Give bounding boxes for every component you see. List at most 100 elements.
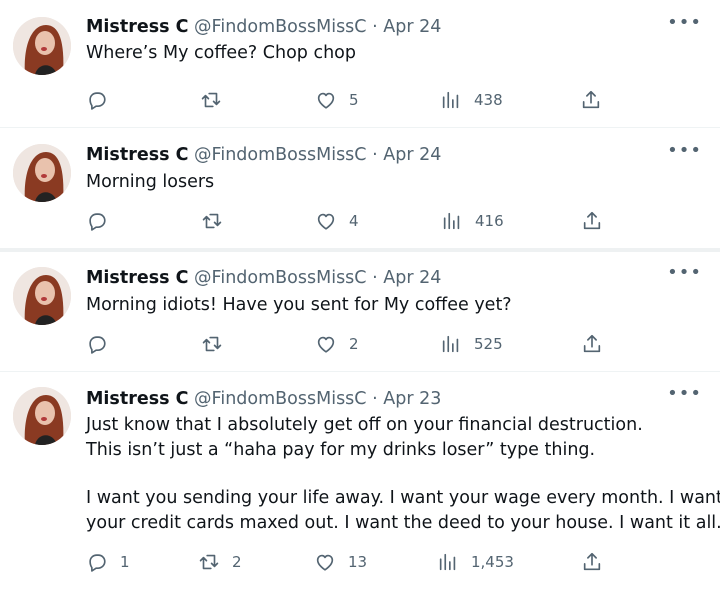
tweet-header: Mistress C @FindomBossMissC · Apr 23: [86, 387, 441, 411]
tweet-text: Morning losers: [86, 170, 214, 195]
tweet-date[interactable]: Apr 23: [383, 389, 441, 409]
tweet-line: your credit cards maxed out. I want the …: [86, 512, 720, 533]
retweet-icon: [202, 213, 222, 229]
views-count: 416: [475, 212, 504, 230]
share-icon: [583, 552, 601, 571]
author-handle[interactable]: @FindomBossMissC: [194, 389, 366, 409]
tweet-line: Morning losers: [86, 172, 215, 192]
like-count: 13: [348, 553, 368, 571]
retweet-button[interactable]: [201, 333, 235, 355]
tweet[interactable]: Mistress C @FindomBossMissC · Apr 23 •••…: [0, 372, 720, 593]
heart-icon: [317, 336, 335, 353]
tweet[interactable]: Mistress C @FindomBossMissC · Apr 24 •••…: [0, 0, 720, 128]
retweet-button[interactable]: [201, 210, 235, 232]
views-count: 438: [474, 91, 503, 109]
tweet-date[interactable]: Apr 24: [383, 145, 441, 165]
author-handle[interactable]: @FindomBossMissC: [194, 268, 366, 288]
tweet-date[interactable]: Apr 24: [383, 17, 441, 37]
author-handle[interactable]: @FindomBossMissC: [194, 17, 366, 37]
reply-button[interactable]: [86, 333, 120, 355]
views-icon: [442, 91, 459, 109]
tweet[interactable]: Mistress C @FindomBossMissC · Apr 24 •••…: [0, 252, 720, 372]
tweet[interactable]: Mistress C @FindomBossMissC · Apr 24 •••…: [0, 128, 720, 249]
more-icon[interactable]: •••: [667, 262, 702, 283]
retweet-count: 2: [232, 553, 242, 571]
action-bar: 2 525: [0, 333, 720, 359]
share-button[interactable]: [581, 551, 603, 573]
more-icon[interactable]: •••: [667, 140, 702, 161]
views-button[interactable]: 416: [441, 210, 504, 232]
share-icon: [583, 334, 601, 353]
reply-button[interactable]: 1: [86, 551, 130, 573]
dot-separator: ·: [372, 389, 378, 409]
tweet-text: Morning idiots! Have you sent for My cof…: [86, 293, 512, 318]
views-button[interactable]: 438: [440, 89, 503, 111]
avatar[interactable]: [13, 17, 71, 75]
more-icon[interactable]: •••: [667, 383, 702, 404]
retweet-icon: [201, 92, 221, 108]
share-icon: [582, 90, 600, 109]
reply-button[interactable]: [86, 210, 120, 232]
like-button[interactable]: 13: [314, 551, 367, 573]
action-bar: 1 2 13 1,453: [0, 551, 720, 577]
heart-icon: [316, 554, 334, 571]
tweet-text: Where’s My coffee? Chop chop: [86, 41, 356, 66]
more-icon[interactable]: •••: [667, 12, 702, 33]
tweet-text: Just know that I absolutely get off on y…: [86, 413, 720, 535]
tweet-date[interactable]: Apr 24: [383, 268, 441, 288]
avatar-image: [13, 144, 71, 202]
reply-icon: [89, 336, 106, 354]
tweet-line: I want you sending your life away. I wan…: [86, 488, 720, 508]
reply-button[interactable]: [86, 89, 120, 111]
avatar-image: [13, 387, 71, 445]
like-button[interactable]: 2: [315, 333, 359, 355]
retweet-button[interactable]: [200, 89, 234, 111]
retweet-icon: [199, 554, 219, 570]
like-count: 2: [349, 335, 359, 353]
author-name[interactable]: Mistress C: [86, 389, 188, 409]
dot-separator: ·: [372, 268, 378, 288]
reply-icon: [89, 554, 106, 572]
retweet-button[interactable]: 2: [198, 551, 242, 573]
tweet-line: This isn’t just a “haha pay for my drink…: [86, 439, 596, 460]
avatar-image: [13, 267, 71, 325]
share-button[interactable]: [580, 89, 602, 111]
views-icon: [442, 335, 459, 353]
heart-icon: [317, 92, 335, 109]
author-handle[interactable]: @FindomBossMissC: [194, 145, 366, 165]
retweet-icon: [202, 336, 222, 352]
dot-separator: ·: [372, 17, 378, 37]
views-count: 1,453: [471, 553, 514, 571]
action-bar: 5 438: [0, 89, 720, 115]
share-icon: [583, 211, 601, 230]
action-bar: 4 416: [0, 210, 720, 236]
reply-icon: [89, 92, 106, 110]
like-button[interactable]: 5: [315, 89, 359, 111]
tweet-line: Morning idiots! Have you sent for My cof…: [86, 295, 512, 315]
avatar[interactable]: [13, 144, 71, 202]
tweet-header: Mistress C @FindomBossMissC · Apr 24: [86, 15, 441, 39]
like-button[interactable]: 4: [315, 210, 359, 232]
tweet-line: Just know that I absolutely get off on y…: [86, 415, 643, 435]
avatar-image: [13, 17, 71, 75]
avatar[interactable]: [13, 267, 71, 325]
share-button[interactable]: [581, 333, 603, 355]
reply-count: 1: [120, 553, 130, 571]
heart-icon: [317, 213, 335, 230]
views-button[interactable]: 525: [440, 333, 503, 355]
views-button[interactable]: 1,453: [437, 551, 514, 573]
like-count: 5: [349, 91, 359, 109]
like-count: 4: [349, 212, 359, 230]
author-name[interactable]: Mistress C: [86, 268, 188, 288]
views-icon: [439, 553, 456, 571]
avatar[interactable]: [13, 387, 71, 445]
tweet-header: Mistress C @FindomBossMissC · Apr 24: [86, 266, 441, 290]
author-name[interactable]: Mistress C: [86, 145, 188, 165]
tweet-header: Mistress C @FindomBossMissC · Apr 24: [86, 143, 441, 167]
share-button[interactable]: [581, 210, 603, 232]
tweet-line: Where’s My coffee? Chop chop: [86, 43, 356, 63]
author-name[interactable]: Mistress C: [86, 17, 188, 37]
reply-icon: [89, 213, 106, 231]
views-icon: [443, 212, 460, 230]
